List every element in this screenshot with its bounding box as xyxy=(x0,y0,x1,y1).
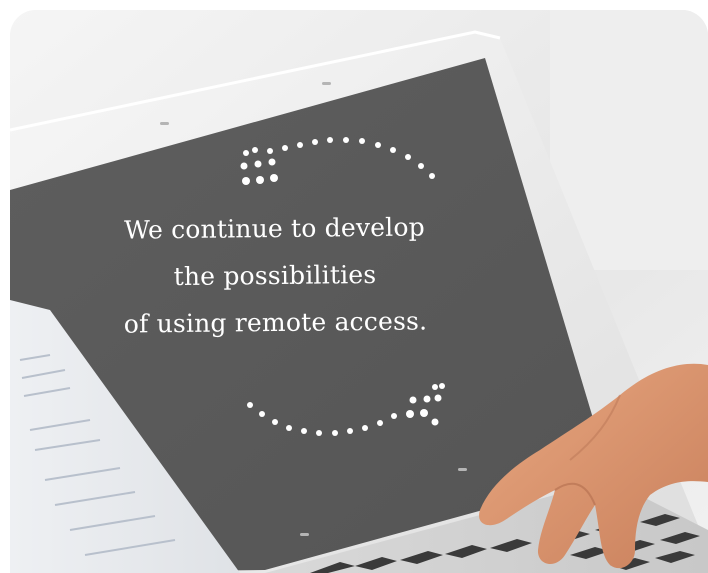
lid-mark xyxy=(322,82,331,85)
photo-card: We continue to develop the possibilities… xyxy=(10,10,708,573)
slogan-line-1: We continue to develop xyxy=(123,212,426,245)
lid-mark xyxy=(160,122,169,125)
slogan: We continue to develop the possibilities… xyxy=(109,203,440,347)
slogan-line-3: of using remote access. xyxy=(123,306,428,339)
lid-mark xyxy=(458,468,467,471)
slogan-line-2: the possibilities xyxy=(173,259,377,292)
lid-mark xyxy=(300,533,309,536)
